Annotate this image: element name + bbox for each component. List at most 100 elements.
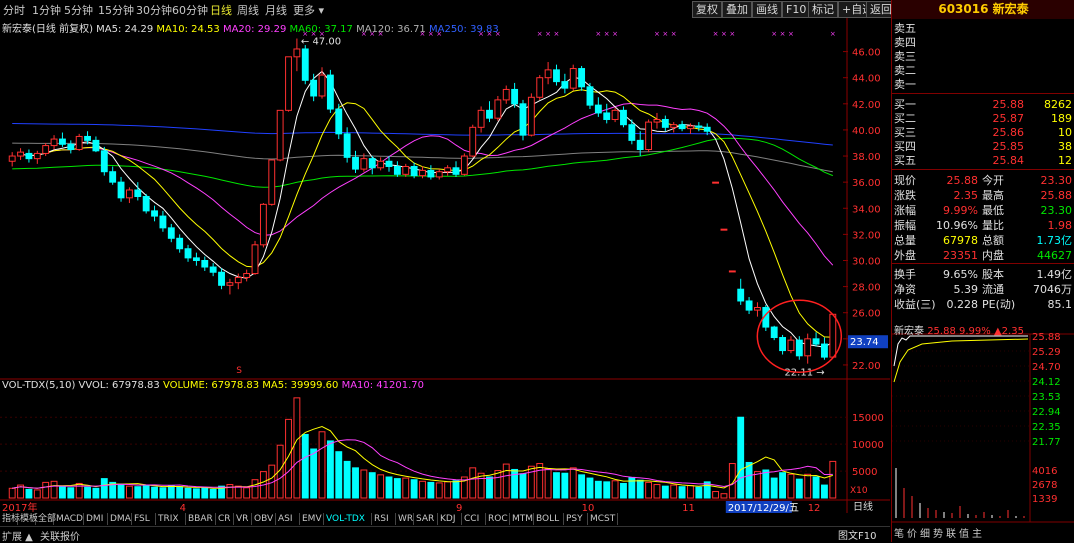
candle-body[interactable] [100, 150, 108, 173]
indicator-tab-13[interactable]: EMV [300, 513, 324, 525]
candle-body[interactable] [176, 237, 184, 250]
candle-body[interactable] [125, 189, 133, 199]
volume-bar[interactable] [25, 488, 33, 499]
candle-body[interactable] [234, 276, 242, 284]
candle-body[interactable] [653, 118, 661, 123]
volume-bar[interactable] [444, 481, 452, 499]
volume-bar[interactable] [360, 469, 368, 499]
indicator-tab-10[interactable]: VR [234, 513, 252, 525]
volume-bar[interactable] [343, 460, 351, 499]
candle-body[interactable] [226, 282, 234, 286]
candle-body[interactable] [469, 126, 477, 157]
period-0[interactable]: 分时 [3, 2, 25, 18]
volume-bar[interactable] [335, 451, 343, 499]
candle-body[interactable] [745, 300, 753, 311]
volume-bar[interactable] [494, 470, 502, 499]
candle-body[interactable] [712, 181, 720, 184]
candle-body[interactable] [821, 343, 828, 358]
indicator-tab-5[interactable]: DMA [108, 513, 132, 525]
volume-bar[interactable] [511, 468, 519, 499]
volume-bar[interactable] [226, 484, 234, 499]
indicator-tab-12[interactable]: ASI [276, 513, 300, 525]
candle-body[interactable] [42, 145, 50, 154]
volume-bar[interactable] [243, 487, 251, 499]
mini-tab-6[interactable]: 主 [972, 525, 982, 540]
candle-body[interactable] [134, 189, 142, 198]
volume-bar[interactable] [737, 416, 745, 499]
volume-bar[interactable] [167, 485, 175, 499]
volume-bar[interactable] [452, 480, 460, 499]
volume-bar[interactable] [611, 480, 619, 499]
volume-bar[interactable] [661, 485, 669, 499]
candle-body[interactable] [402, 165, 410, 175]
indicator-tab-21[interactable]: MTM [510, 513, 534, 525]
candle-body[interactable] [494, 99, 502, 119]
candle-body[interactable] [427, 169, 435, 178]
volume-bar[interactable] [184, 487, 192, 499]
volume-bar[interactable] [636, 479, 644, 499]
candle-body[interactable] [620, 109, 627, 126]
toolbar-button-2[interactable]: 画线 [752, 1, 782, 18]
candle-body[interactable] [636, 139, 644, 151]
toolbar-button-3[interactable]: F10 [782, 1, 811, 18]
volume-bar[interactable] [159, 487, 167, 499]
candle-body[interactable] [804, 338, 812, 357]
candle-body[interactable] [209, 266, 217, 273]
candle-body[interactable] [50, 138, 58, 147]
volume-bar[interactable] [578, 474, 586, 499]
volume-bar[interactable] [687, 485, 694, 499]
candle-body[interactable] [544, 69, 552, 79]
indicator-tab-15[interactable]: RSI [372, 513, 396, 525]
candle-body[interactable] [586, 86, 594, 106]
volume-bar[interactable] [251, 479, 259, 499]
candle-body[interactable] [527, 96, 535, 136]
candle-body[interactable] [84, 135, 91, 141]
candle-body[interactable] [335, 108, 343, 135]
indicator-tab-9[interactable]: CR [216, 513, 234, 525]
candle-body[interactable] [167, 227, 175, 239]
candle-body[interactable] [151, 210, 158, 217]
volume-bar[interactable] [829, 460, 837, 499]
volume-bar[interactable] [33, 489, 41, 499]
candle-body[interactable] [611, 109, 619, 120]
volume-bar[interactable] [745, 461, 753, 499]
period-5[interactable]: 60分钟 [172, 2, 208, 18]
volume-bar[interactable] [125, 485, 133, 499]
volume-bar[interactable] [603, 481, 611, 499]
candle-body[interactable] [569, 68, 577, 89]
period-2[interactable]: 5分钟 [64, 2, 93, 18]
candle-body[interactable] [594, 104, 602, 114]
candle-body[interactable] [553, 69, 560, 83]
volume-bar[interactable] [486, 476, 493, 499]
volume-bar[interactable] [326, 440, 334, 499]
candle-body[interactable] [519, 103, 527, 136]
candle-body[interactable] [276, 109, 284, 161]
candle-body[interactable] [259, 203, 267, 246]
volume-bar[interactable] [519, 473, 527, 499]
volume-bar[interactable] [234, 485, 242, 499]
candle-body[interactable] [318, 74, 326, 97]
volume-bar[interactable] [678, 486, 686, 499]
period-9[interactable]: 更多 ▾ [293, 2, 324, 18]
candle-body[interactable] [452, 167, 460, 175]
candle-body[interactable] [368, 158, 376, 169]
indicator-tab-22[interactable]: BOLL [534, 513, 564, 525]
indicator-tab-8[interactable]: BBAR [186, 513, 216, 525]
candle-body[interactable] [142, 196, 150, 212]
candle-body[interactable] [310, 79, 318, 97]
mini-tab-2[interactable]: 细 [920, 525, 930, 540]
candle-body[interactable] [33, 152, 41, 160]
volume-bar[interactable] [787, 473, 795, 499]
candle-body[interactable] [285, 56, 292, 111]
volume-bar[interactable] [410, 479, 418, 499]
volume-bar[interactable] [201, 487, 209, 499]
candle-body[interactable] [251, 244, 259, 275]
period-6[interactable]: 日线 [210, 2, 232, 18]
volume-bar[interactable] [419, 480, 426, 499]
candle-body[interactable] [393, 165, 401, 175]
volume-bar[interactable] [762, 469, 770, 499]
candle-body[interactable] [787, 339, 795, 352]
indicator-tab-16[interactable]: WR [396, 513, 414, 525]
expand-button[interactable]: 扩展 ▲ [2, 528, 33, 543]
volume-bar[interactable] [712, 491, 720, 499]
